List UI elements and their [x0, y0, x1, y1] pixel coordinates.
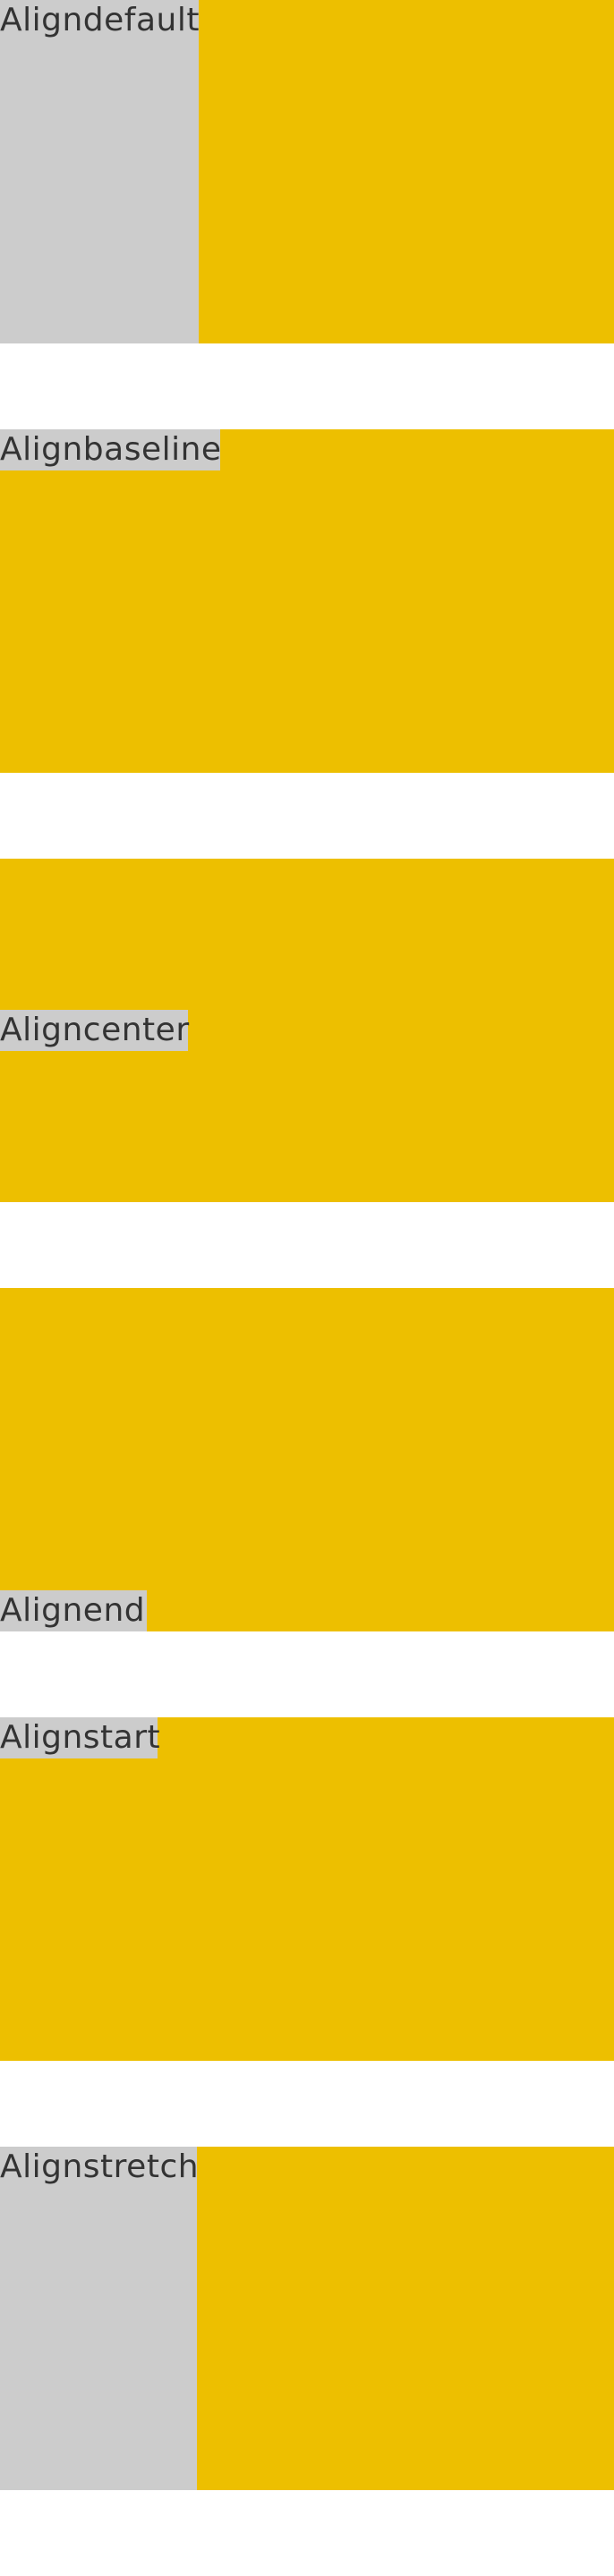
align-stretch-label: Alignstretch	[0, 2147, 199, 2490]
align-default-block: Aligndefault	[0, 0, 614, 343]
align-default-label: Aligndefault	[0, 0, 199, 343]
align-center-label: Aligncenter	[0, 1010, 189, 1051]
align-baseline-block: Alignbaseline	[0, 429, 614, 773]
align-center-fill	[188, 859, 614, 1202]
align-center-block: Aligncenter	[0, 859, 614, 1202]
align-start-fill	[158, 1717, 614, 2061]
align-start-label: Alignstart	[0, 1717, 160, 1758]
align-stretch-fill	[197, 2147, 614, 2490]
align-end-block: Alignend	[0, 1288, 614, 1631]
align-end-label: Alignend	[0, 1590, 147, 1631]
align-baseline-label: Alignbaseline	[0, 429, 221, 470]
align-start-block: Alignstart	[0, 1717, 614, 2061]
align-stretch-block: Alignstretch	[0, 2147, 614, 2490]
align-end-fill	[147, 1288, 614, 1631]
align-baseline-fill	[220, 429, 614, 773]
align-default-fill	[199, 0, 614, 343]
